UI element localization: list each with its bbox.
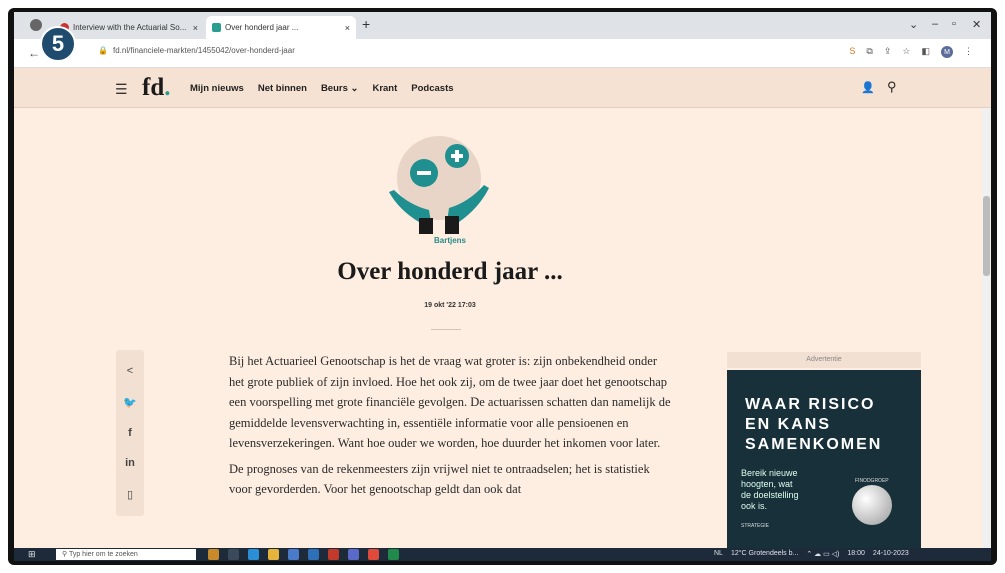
screen-frame: Interview with the Actuarial So... × Ove…: [8, 8, 997, 565]
ad-subtext: Bereik nieuwe hoogten, wat de doelstelli…: [741, 468, 799, 512]
share-icon[interactable]: <: [127, 365, 133, 377]
bookmark-star-icon[interactable]: ☆: [902, 46, 910, 58]
plus-bar-v: [455, 150, 459, 162]
right-sleeve: [445, 216, 459, 234]
toolbar-icons: S ⧉ ⇪ ☆ ◧ M ⋮: [849, 46, 973, 58]
chrome-taskbar-icon[interactable]: [368, 549, 379, 560]
user-icon[interactable]: 👤: [861, 81, 875, 94]
explorer-icon[interactable]: [268, 549, 279, 560]
share-page-icon[interactable]: ⇪: [884, 46, 892, 58]
edge-icon[interactable]: [248, 549, 259, 560]
article-date: 19 okt '22 17:03: [424, 302, 476, 309]
nav-beurs[interactable]: Beurs ⌄: [321, 83, 359, 94]
sidepanel-icon[interactable]: ◧: [921, 46, 930, 58]
logo-text: fd: [142, 74, 165, 101]
ad-subtext-line: Bereik nieuwe: [741, 468, 798, 478]
scrollbar[interactable]: [982, 108, 991, 548]
url-field[interactable]: 🔒 fd.nl/financiele-markten/1455042/over-h…: [98, 46, 295, 55]
weather-widget[interactable]: 12°C Grotendeels b...: [731, 550, 798, 558]
ad-headline-line: SAMENKOMEN: [745, 436, 883, 453]
article-title: Over honderd jaar ...: [337, 258, 563, 285]
nav-krant[interactable]: Krant: [372, 83, 397, 94]
article-body: Bij het Actuarieel Genootschap is het de…: [229, 351, 674, 500]
ad-label: Advertentie: [727, 352, 921, 368]
nav-links: Mijn nieuws Net binnen Beurs ⌄ Krant Pod…: [190, 83, 454, 94]
minus-bar: [417, 171, 431, 175]
browser-screen: Interview with the Actuarial So... × Ove…: [14, 12, 991, 561]
left-sleeve: [419, 218, 433, 234]
address-bar: ← 🔒 fd.nl/financiele-markten/1455042/over…: [14, 39, 991, 68]
tab-over-honderd-jaar[interactable]: Over honderd jaar ... ×: [206, 16, 356, 39]
taskbar-apps: [208, 549, 399, 560]
language-indicator[interactable]: NL: [714, 550, 723, 558]
ad-subtext-line: de doelstelling: [741, 490, 799, 500]
article-paragraph: Bij het Actuarieel Genootschap is het de…: [229, 354, 671, 450]
taskbar-app-icon[interactable]: [288, 549, 299, 560]
system-tray: NL 12°C Grotendeels b... ⌃ ☁ ▭ ◁) 18:00 …: [714, 550, 909, 558]
ad-headline: WAAR RISICO EN KANS SAMENKOMEN: [745, 395, 882, 455]
chrome-icon: [30, 19, 42, 31]
tab-label: Over honderd jaar ...: [225, 23, 299, 32]
profile-avatar[interactable]: M: [941, 46, 953, 58]
tray-icons[interactable]: ⌃ ☁ ▭ ◁): [806, 550, 839, 558]
excel-icon[interactable]: [388, 549, 399, 560]
taskbar-app-icon[interactable]: [208, 549, 219, 560]
taskbar-search-text: Typ hier om te zoeken: [68, 551, 138, 558]
scrollbar-thumb[interactable]: [983, 196, 990, 276]
article-paragraph: De prognoses van de rekenmeesters zijn v…: [229, 461, 650, 497]
clock-date[interactable]: 24-10-2023: [873, 550, 909, 558]
close-tab-icon[interactable]: ×: [345, 23, 350, 33]
ad-tag: STRATEGIE: [741, 523, 769, 529]
translate-icon[interactable]: ⧉: [866, 46, 872, 58]
facebook-icon[interactable]: f: [128, 427, 132, 439]
advertisement[interactable]: WAAR RISICO EN KANS SAMENKOMEN Bereik ni…: [727, 370, 921, 560]
clock-time[interactable]: 18:00: [847, 550, 865, 558]
minimize-icon[interactable]: –: [932, 18, 938, 30]
ad-subtext-line: hoogten, wat: [741, 479, 793, 489]
lock-icon: 🔒: [98, 46, 108, 55]
outlook-icon[interactable]: [308, 549, 319, 560]
new-tab-button[interactable]: +: [362, 16, 370, 32]
maximize-icon[interactable]: ▫: [952, 18, 956, 30]
windows-taskbar: ⊞ ⚲ Typ hier om te zoeken NL 12°C Groten…: [14, 548, 991, 561]
golf-ball-icon: [852, 485, 892, 525]
tab-interview[interactable]: Interview with the Actuarial So... ×: [54, 16, 204, 39]
site-nav: ☰ fd. Mijn nieuws Net binnen Beurs ⌄ Kra…: [14, 68, 991, 108]
search-icon[interactable]: ⚲: [887, 79, 897, 95]
hero-illustration: [389, 136, 489, 234]
article-category[interactable]: Bartjens: [14, 236, 886, 245]
fd-logo[interactable]: fd.: [142, 74, 170, 102]
hamburger-menu-icon[interactable]: ☰: [115, 81, 128, 98]
divider: [431, 329, 461, 330]
nav-mijn-nieuws[interactable]: Mijn nieuws: [190, 83, 244, 94]
step-badge: 5: [40, 26, 76, 62]
extension-icon[interactable]: S: [849, 46, 855, 58]
linkedin-icon[interactable]: in: [125, 457, 135, 469]
ad-tag: FINODGROEP: [855, 478, 889, 484]
bookmark-icon[interactable]: ▯: [127, 488, 133, 501]
acrobat-icon[interactable]: [328, 549, 339, 560]
share-bar: < 🐦 f in ▯: [116, 350, 144, 516]
close-tab-icon[interactable]: ×: [193, 23, 198, 33]
ad-headline-line: EN KANS: [745, 416, 832, 433]
nav-net-binnen[interactable]: Net binnen: [258, 83, 307, 94]
search-icon: ⚲: [62, 551, 69, 558]
taskbar-search[interactable]: ⚲ Typ hier om te zoeken: [56, 549, 196, 560]
tab-favicon-icon: [212, 23, 221, 32]
ad-headline-line: WAAR RISICO: [745, 396, 876, 413]
tab-strip: Interview with the Actuarial So... × Ove…: [14, 12, 991, 39]
menu-dots-icon[interactable]: ⋮: [964, 46, 973, 58]
url-text: fd.nl/financiele-markten/1455042/over-ho…: [112, 46, 295, 55]
task-view-icon[interactable]: [228, 549, 239, 560]
logo-dot: .: [164, 74, 171, 101]
back-arrow-icon[interactable]: ←: [28, 46, 40, 60]
chevron-down-icon[interactable]: ⌄: [909, 18, 918, 31]
close-window-icon[interactable]: ✕: [972, 18, 981, 31]
nav-podcasts[interactable]: Podcasts: [411, 83, 453, 94]
tab-label: Interview with the Actuarial So...: [73, 23, 187, 32]
teams-icon[interactable]: [348, 549, 359, 560]
twitter-icon[interactable]: 🐦: [123, 396, 137, 409]
ad-subtext-line: ook is.: [741, 501, 768, 511]
windows-start-icon[interactable]: ⊞: [28, 549, 36, 560]
